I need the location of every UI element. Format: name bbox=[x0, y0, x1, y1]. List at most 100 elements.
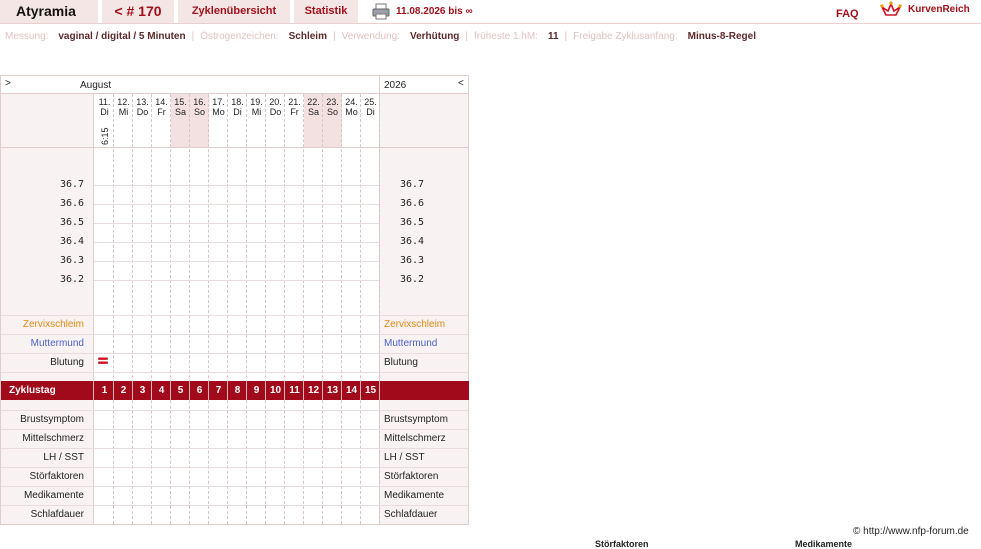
day-header[interactable]: 17. Mo bbox=[209, 97, 228, 117]
day-date: 21. bbox=[288, 97, 301, 107]
cycle-day-number[interactable]: 1 bbox=[95, 385, 114, 396]
meds-label-right: Medikamente bbox=[384, 490, 445, 501]
day-header[interactable]: 13. Do bbox=[133, 97, 152, 117]
temperature-label-right: 36.4 bbox=[400, 236, 425, 247]
day-date: 23. bbox=[326, 97, 339, 107]
day-header[interactable]: 16. So bbox=[190, 97, 209, 117]
day-column-divider bbox=[303, 94, 304, 524]
day-column-divider bbox=[113, 94, 114, 524]
day-date: 17. bbox=[212, 97, 225, 107]
top-bar: Atyramia < # 170 Zyklenübersicht Statist… bbox=[0, 0, 981, 24]
day-date: 24. bbox=[345, 97, 358, 107]
day-header[interactable]: 11. Di bbox=[95, 97, 114, 117]
crown-logo-icon[interactable] bbox=[880, 1, 902, 19]
day-header[interactable]: 14. Fr bbox=[152, 97, 171, 117]
cycle-day-divider bbox=[379, 381, 380, 400]
row-separator bbox=[1, 467, 468, 468]
day-column-divider bbox=[170, 94, 171, 524]
nav-next-button[interactable]: < bbox=[458, 78, 464, 89]
day-column-divider bbox=[360, 94, 361, 524]
day-column-divider bbox=[341, 94, 342, 524]
day-header[interactable]: 21. Fr bbox=[285, 97, 304, 117]
cycle-day-number[interactable]: 15 bbox=[361, 385, 380, 396]
nav-prev-button[interactable]: > bbox=[5, 78, 11, 89]
brand-name[interactable]: KurvenReich bbox=[908, 4, 970, 15]
temperature-label-right: 36.2 bbox=[400, 274, 425, 285]
row-separator bbox=[1, 448, 468, 449]
temperature-label-right: 36.6 bbox=[400, 198, 425, 209]
day-column-divider bbox=[379, 94, 380, 524]
cycle-day-divider bbox=[93, 381, 94, 400]
day-date: 12. bbox=[117, 97, 130, 107]
day-header[interactable]: 12. Mi bbox=[114, 97, 133, 117]
top-divider bbox=[0, 23, 981, 24]
cycle-day-number[interactable]: 2 bbox=[114, 385, 133, 396]
day-header[interactable]: 23. So bbox=[323, 97, 342, 117]
cycle-day-number[interactable]: 14 bbox=[342, 385, 361, 396]
day-header[interactable]: 15. Sa bbox=[171, 97, 190, 117]
cycle-day-number[interactable]: 11 bbox=[285, 385, 304, 396]
faq-link[interactable]: FAQ bbox=[836, 8, 859, 20]
day-column-divider bbox=[322, 94, 323, 524]
left-divider bbox=[93, 94, 94, 525]
temperature-label-right: 36.3 bbox=[400, 255, 425, 266]
day-weekday: Sa bbox=[307, 107, 319, 117]
day-column-divider bbox=[246, 94, 247, 524]
temperature-label-left: 36.4 bbox=[60, 236, 85, 247]
day-header[interactable]: 18. Di bbox=[228, 97, 247, 117]
date-range: 11.08.2026 bis ∞ bbox=[396, 6, 473, 17]
cycle-day-number[interactable]: 7 bbox=[209, 385, 228, 396]
release-label: Freigabe Zyklusanfang: bbox=[573, 31, 678, 42]
day-column-divider bbox=[208, 94, 209, 524]
day-weekday: Di bbox=[366, 107, 375, 117]
row-separator bbox=[1, 410, 468, 411]
day-header[interactable]: 20. Do bbox=[266, 97, 285, 117]
temperature-label-left: 36.6 bbox=[60, 198, 85, 209]
cycle-day-number[interactable]: 5 bbox=[171, 385, 190, 396]
temperature-label-left: 36.3 bbox=[60, 255, 85, 266]
row-separator bbox=[1, 505, 468, 506]
statistics-tab[interactable]: Statistik bbox=[294, 0, 358, 23]
temperature-gridline bbox=[94, 223, 379, 224]
cycle-day-number[interactable]: 10 bbox=[266, 385, 285, 396]
breast-label-left: Brustsymptom bbox=[20, 414, 84, 425]
day-header[interactable]: 22. Sa bbox=[304, 97, 323, 117]
day-header[interactable]: 19. Mi bbox=[247, 97, 266, 117]
cycle-day-number[interactable]: 4 bbox=[152, 385, 171, 396]
temperature-label-left: 36.2 bbox=[60, 274, 85, 285]
row-separator bbox=[1, 353, 468, 354]
temperature-label-left: 36.5 bbox=[60, 217, 85, 228]
copyright-link[interactable]: © http://www.nfp-forum.de bbox=[853, 526, 969, 537]
cycle-day-number[interactable]: 13 bbox=[323, 385, 342, 396]
day-header[interactable]: 24. Mo bbox=[342, 97, 361, 117]
day-weekday: Sa bbox=[174, 107, 186, 117]
cycle-day-number[interactable]: 6 bbox=[190, 385, 209, 396]
lh-label-right: LH / SST bbox=[384, 452, 425, 463]
header-separator bbox=[1, 147, 468, 148]
cycle-number-tab[interactable]: < # 170 bbox=[102, 0, 174, 23]
temperature-label-left: 36.7 bbox=[60, 179, 85, 190]
cycle-day-number[interactable]: 9 bbox=[247, 385, 266, 396]
temperature-gridline bbox=[94, 185, 379, 186]
day-weekday: Di bbox=[100, 107, 109, 117]
printer-icon[interactable] bbox=[372, 3, 390, 20]
day-date: 20. bbox=[269, 97, 282, 107]
usage-value: Verhütung bbox=[409, 31, 460, 42]
row-separator bbox=[1, 429, 468, 430]
cycle-day-number[interactable]: 8 bbox=[228, 385, 247, 396]
measurement-time: 6:15 bbox=[100, 127, 110, 145]
day-header[interactable]: 25. Di bbox=[361, 97, 380, 117]
cycle-overview-tab[interactable]: Zyklenübersicht bbox=[178, 0, 290, 23]
day-weekday: Fr bbox=[157, 107, 166, 117]
cycle-day-number[interactable]: 3 bbox=[133, 385, 152, 396]
cycle-day-label: Zyklustag bbox=[9, 385, 56, 396]
meds-label-left: Medikamente bbox=[23, 490, 84, 501]
profile-name-tab[interactable]: Atyramia bbox=[0, 0, 98, 23]
day-weekday: Do bbox=[136, 107, 149, 117]
bleeding-marker-icon[interactable] bbox=[98, 357, 108, 365]
cycle-day-number[interactable]: 12 bbox=[304, 385, 323, 396]
day-date: 25. bbox=[364, 97, 377, 107]
month-label: August bbox=[80, 80, 112, 91]
row-separator bbox=[1, 315, 468, 316]
temperature-gridline bbox=[94, 204, 379, 205]
